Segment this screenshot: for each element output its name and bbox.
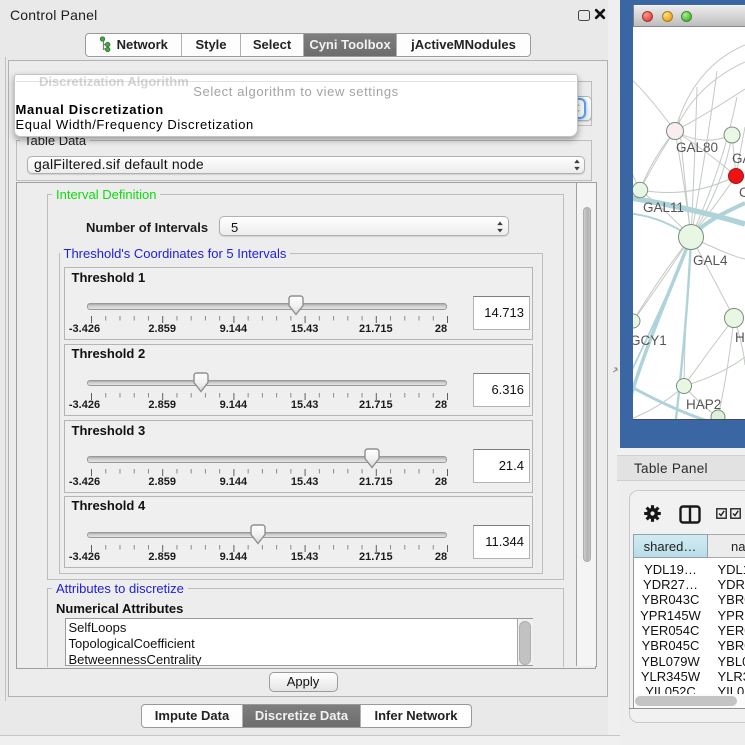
svg-text:GA: GA [732,151,745,166]
svg-text:GAL80: GAL80 [676,140,718,155]
svg-text:GAL4: GAL4 [693,253,728,268]
svg-text:C: C [739,185,745,200]
svg-text:H: H [735,330,745,345]
svg-text:HAP2: HAP2 [686,397,721,412]
svg-text:GCY1: GCY1 [633,333,667,348]
svg-text:GAL11: GAL11 [643,200,684,215]
